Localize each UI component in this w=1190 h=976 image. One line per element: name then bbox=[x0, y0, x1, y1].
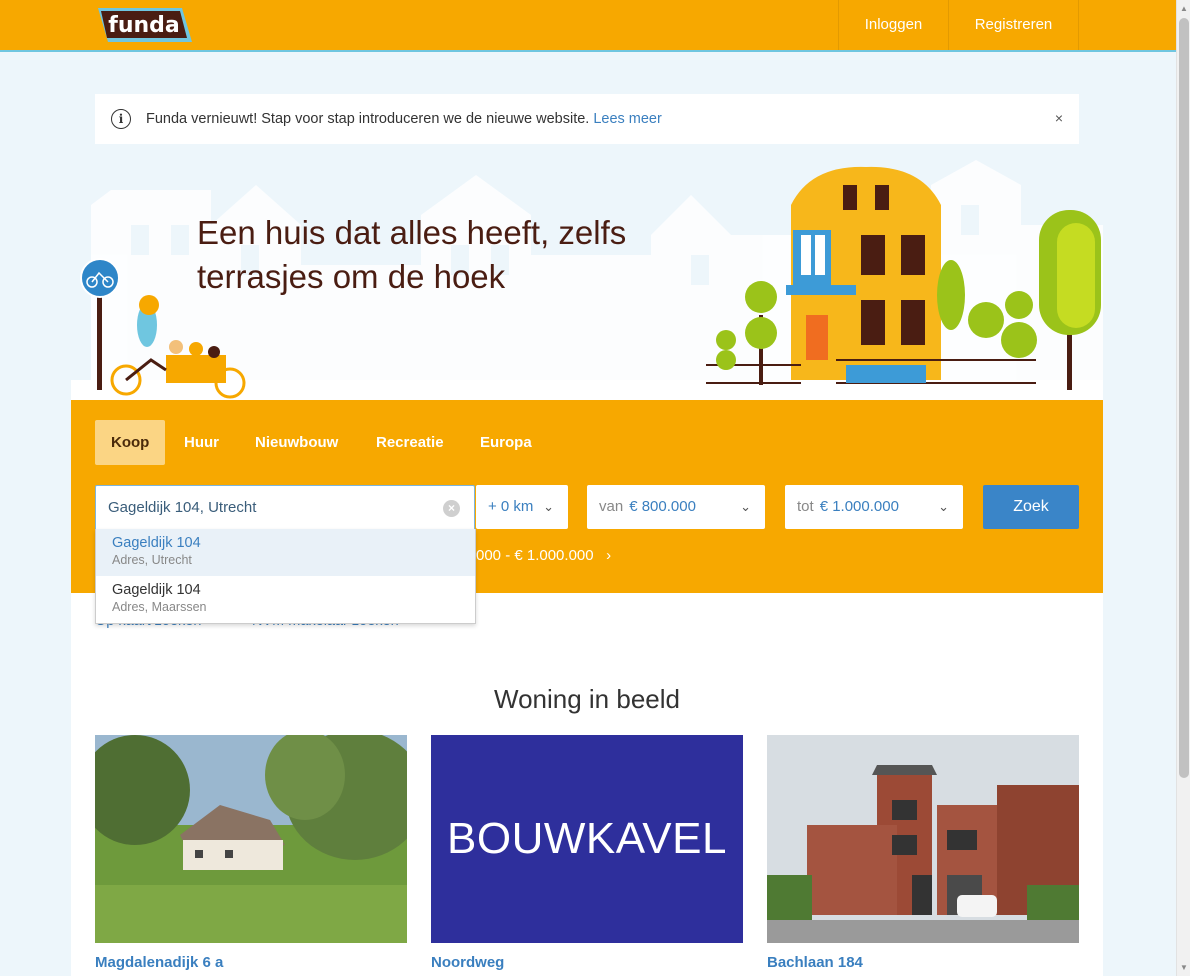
radius-value: + 0 km bbox=[488, 498, 534, 515]
hero-title: Een huis dat alles heeft, zelfs terrasje… bbox=[197, 214, 627, 295]
property-photo[interactable] bbox=[767, 735, 1079, 943]
price-from-select[interactable]: van € 800.000 ⌄ bbox=[587, 485, 765, 529]
price-to-prefix: tot bbox=[797, 498, 814, 515]
property-photo[interactable]: BOUWKAVEL bbox=[431, 735, 743, 943]
property-address[interactable]: Bachlaan 184 bbox=[767, 954, 1079, 971]
tab-huur[interactable]: Huur bbox=[184, 420, 219, 465]
scroll-up-icon[interactable]: ▲ bbox=[1180, 4, 1188, 13]
price-to-value: € 1.000.000 bbox=[819, 498, 899, 515]
chevron-down-icon: ⌄ bbox=[938, 499, 949, 514]
tab-recreatie[interactable]: Recreatie bbox=[376, 420, 444, 465]
featured-card[interactable]: Bachlaan 184 bbox=[767, 735, 1079, 971]
chevron-down-icon: ⌄ bbox=[543, 499, 554, 514]
search-button[interactable]: Zoek bbox=[983, 485, 1079, 529]
scroll-down-icon[interactable]: ▼ bbox=[1180, 963, 1188, 972]
funda-logo[interactable]: funda bbox=[96, 6, 194, 44]
suggestion-subtitle: Adres, Utrecht bbox=[112, 553, 192, 567]
page-scrollbar[interactable]: ▲ ▼ bbox=[1176, 0, 1190, 976]
info-icon: i bbox=[111, 109, 131, 129]
chevron-right-icon: › bbox=[597, 547, 612, 564]
featured-section-title: Woning in beeld bbox=[494, 684, 680, 714]
scroll-thumb[interactable] bbox=[1179, 18, 1189, 778]
chevron-down-icon: ⌄ bbox=[740, 499, 751, 514]
location-value: Gageldijk 104, Utrecht bbox=[108, 499, 257, 516]
suggestion-title: Gageldijk 104 bbox=[112, 535, 201, 551]
property-address[interactable]: Magdalenadijk 6 a bbox=[95, 954, 407, 971]
svg-text:funda: funda bbox=[108, 13, 180, 38]
recent-search-link[interactable]: 000 - € 1.000.000 › bbox=[476, 547, 611, 564]
price-from-value: € 800.000 bbox=[629, 498, 696, 515]
price-to-select[interactable]: tot € 1.000.000 ⌄ bbox=[785, 485, 963, 529]
suggestion-title: Gageldijk 104 bbox=[112, 582, 201, 598]
recent-search-text: 000 - € 1.000.000 bbox=[476, 547, 594, 564]
property-address[interactable]: Noordweg bbox=[431, 954, 743, 971]
property-photo[interactable] bbox=[95, 735, 407, 943]
clear-icon[interactable]: × bbox=[443, 500, 460, 517]
renewal-notice: i Funda vernieuwt! Stap voor stap introd… bbox=[95, 94, 1079, 144]
location-search-input[interactable]: Gageldijk 104, Utrecht × bbox=[95, 485, 475, 529]
featured-card[interactable]: BOUWKAVEL Noordweg bbox=[431, 735, 743, 971]
read-more-link[interactable]: Lees meer bbox=[593, 111, 662, 127]
register-button[interactable]: Registreren bbox=[948, 0, 1079, 50]
tab-koop[interactable]: Koop bbox=[95, 420, 166, 465]
radius-select[interactable]: + 0 km ⌄ bbox=[476, 485, 568, 529]
tab-europa[interactable]: Europa bbox=[480, 420, 532, 465]
top-bar: funda Inloggen Registreren bbox=[0, 0, 1176, 52]
tab-nieuwbouw[interactable]: Nieuwbouw bbox=[255, 420, 338, 465]
price-from-prefix: van bbox=[599, 498, 624, 515]
notice-text: Funda vernieuwt! Stap voor stap introduc… bbox=[146, 111, 590, 127]
login-button[interactable]: Inloggen bbox=[838, 0, 948, 50]
close-icon[interactable]: × bbox=[1055, 110, 1063, 126]
autocomplete-dropdown: Gageldijk 104 Adres, Utrecht Gageldijk 1… bbox=[95, 529, 476, 624]
suggestion-subtitle: Adres, Maarssen bbox=[112, 600, 207, 614]
featured-card[interactable]: Magdalenadijk 6 a bbox=[95, 735, 407, 971]
suggestion-item[interactable]: Gageldijk 104 Adres, Maarssen bbox=[96, 576, 475, 623]
suggestion-item[interactable]: Gageldijk 104 Adres, Utrecht bbox=[96, 529, 475, 576]
